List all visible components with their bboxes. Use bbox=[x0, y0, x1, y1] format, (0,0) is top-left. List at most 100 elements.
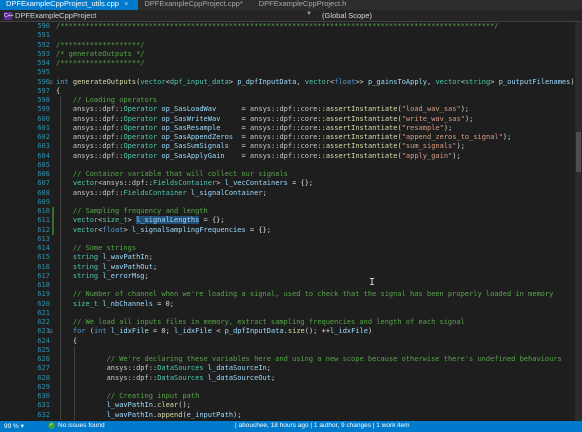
code-line[interactable]: 596 ⊟ int generateOutputs(vector<dpf_input… bbox=[0, 78, 582, 87]
line-number: 598 bbox=[37, 96, 50, 104]
code-text[interactable]: ansys::dpf::DataSources l_dataSourceOut; bbox=[56, 374, 276, 383]
code-line[interactable]: 623 ⊟ for (int l_idxFile = 0; l_idxFile <… bbox=[0, 327, 582, 336]
code-editor[interactable]: 590 /************************************… bbox=[0, 22, 582, 421]
code-line[interactable]: 627 ansys::dpf::DataSources l_dataSource… bbox=[0, 364, 582, 373]
code-text[interactable]: vector<ansys::dpf::FieldsContainer> l_ve… bbox=[56, 179, 313, 188]
code-line[interactable]: 630 // Creating input path bbox=[0, 392, 582, 401]
code-text[interactable]: // Some strings bbox=[56, 244, 136, 253]
scrollbar-thumb[interactable] bbox=[576, 132, 581, 172]
line-number: 623 bbox=[37, 327, 50, 336]
line-number: 631 bbox=[37, 401, 50, 410]
code-line[interactable]: 615 string l_wavPathIn; bbox=[0, 253, 582, 262]
code-text[interactable]: // Number of channel when we're loading … bbox=[56, 290, 553, 299]
code-text[interactable]: ansys::dpf::Operator op_SasResample = an… bbox=[56, 124, 452, 133]
code-text[interactable]: ansys::dpf::FieldsContainer l_signalCont… bbox=[56, 189, 267, 198]
code-text[interactable]: int generateOutputs(vector<dpf_input_dat… bbox=[56, 78, 575, 87]
code-line[interactable]: 619 // Number of channel when we're load… bbox=[0, 290, 582, 299]
code-line[interactable]: 614 // Some strings bbox=[0, 244, 582, 253]
code-line[interactable]: 631 l_wavPathIn.clear(); bbox=[0, 401, 582, 410]
code-text[interactable]: vector<float> l_signalSamplingFrequencie… bbox=[56, 226, 271, 235]
code-line[interactable]: 632 l_wavPathIn.append(e_inputPath); bbox=[0, 411, 582, 420]
code-line[interactable]: 608 ansys::dpf::FieldsContainer l_signal… bbox=[0, 189, 582, 198]
code-text[interactable]: // Sampling frequency and length bbox=[56, 207, 208, 216]
code-line[interactable]: 601 ansys::dpf::Operator op_SasResample … bbox=[0, 124, 582, 133]
code-text[interactable]: ansys::dpf::Operator op_SasSumSignals = … bbox=[56, 142, 465, 151]
code-line[interactable]: 618 bbox=[0, 281, 582, 290]
code-text[interactable]: ansys::dpf::DataSources l_dataSourceIn; bbox=[56, 364, 271, 373]
line-number: 593 bbox=[37, 49, 50, 58]
code-line[interactable]: 610 // Sampling frequency and length bbox=[0, 207, 582, 216]
code-line[interactable]: 616 string l_wavPathOut; bbox=[0, 263, 582, 272]
scope-dropdown[interactable]: (Global Scope) bbox=[322, 11, 372, 20]
code-line[interactable]: 597 { bbox=[0, 87, 582, 96]
collapse-icon[interactable]: ⊟ bbox=[49, 327, 53, 336]
line-number: 630 bbox=[37, 392, 50, 400]
code-line[interactable]: 604 ansys::dpf::Operator op_SasApplyGain… bbox=[0, 152, 582, 161]
code-text[interactable]: l_wavPathIn.clear(); bbox=[56, 401, 191, 410]
code-line[interactable]: 603 ansys::dpf::Operator op_SasSumSignal… bbox=[0, 142, 582, 151]
code-line[interactable]: 628 ansys::dpf::DataSources l_dataSource… bbox=[0, 374, 582, 383]
code-line[interactable]: 624 { bbox=[0, 337, 582, 346]
code-line[interactable]: 602 ansys::dpf::Operator op_SasAppendZer… bbox=[0, 133, 582, 142]
code-line[interactable]: 609 bbox=[0, 198, 582, 207]
code-text[interactable]: for (int l_idxFile = 0; l_idxFile < p_dp… bbox=[56, 327, 372, 336]
code-text[interactable]: // We're declaring these variables here … bbox=[56, 355, 562, 364]
code-line[interactable]: 591 bbox=[0, 31, 582, 40]
code-text[interactable]: // Creating input path bbox=[56, 392, 200, 401]
code-line[interactable]: 595 bbox=[0, 68, 582, 77]
chevron-down-icon[interactable]: ▼ bbox=[306, 11, 312, 17]
code-line[interactable]: 620 size_t l_nbChannels = 0; bbox=[0, 300, 582, 309]
indent-guide bbox=[60, 96, 61, 420]
code-text[interactable]: /* generateOutputs */ bbox=[56, 50, 145, 59]
code-line[interactable]: 625 bbox=[0, 346, 582, 355]
issues-indicator[interactable]: ✓ No issues found bbox=[48, 422, 105, 429]
code-line[interactable]: 594 /*******************/ bbox=[0, 59, 582, 68]
code-line[interactable]: 613 bbox=[0, 235, 582, 244]
code-text[interactable]: // Loading operators bbox=[56, 96, 157, 105]
code-text[interactable]: // We load all inputs files in memory, e… bbox=[56, 318, 465, 327]
code-line[interactable]: 611 vector<size_t> l_signalLengths = {}; bbox=[0, 216, 582, 225]
code-text[interactable]: ansys::dpf::Operator op_SasAppendZeros =… bbox=[56, 133, 511, 142]
code-line[interactable]: 590 /************************************… bbox=[0, 22, 582, 31]
git-blame-info[interactable]: | abouchee, 18 hours ago | 1 author, 9 c… bbox=[235, 422, 410, 429]
code-line[interactable]: 621 bbox=[0, 309, 582, 318]
code-text[interactable]: string l_errorMsg; bbox=[56, 272, 149, 281]
line-number: 622 bbox=[37, 318, 50, 326]
code-text[interactable]: l_wavPathIn.append(e_inputPath); bbox=[56, 411, 242, 420]
code-text[interactable]: size_t l_nbChannels = 0; bbox=[56, 300, 174, 309]
code-text[interactable]: /*******************/ bbox=[56, 41, 145, 50]
code-line[interactable]: 606 // Container variable that will coll… bbox=[0, 170, 582, 179]
tab-project-h[interactable]: DPFExampleCppProject.h bbox=[253, 0, 357, 10]
tab-project-cpp[interactable]: DPFExampleCppProject.cpp* bbox=[138, 0, 252, 10]
zoom-level[interactable]: 99 % ▾ bbox=[4, 422, 24, 430]
code-line[interactable]: 592 /*******************/ bbox=[0, 41, 582, 50]
code-line[interactable]: 607 vector<ansys::dpf::FieldsContainer> … bbox=[0, 179, 582, 188]
project-dropdown[interactable]: C++ DPFExampleCppProject bbox=[4, 11, 96, 20]
code-text[interactable]: ansys::dpf::Operator op_SasApplyGain = a… bbox=[56, 152, 461, 161]
code-text[interactable]: ansys::dpf::Operator op_SasWriteWav = an… bbox=[56, 115, 474, 124]
code-text[interactable]: string l_wavPathIn; bbox=[56, 253, 153, 262]
code-text[interactable]: ansys::dpf::Operator op_SasLoadWav = ans… bbox=[56, 105, 469, 114]
code-line[interactable]: 617 string l_errorMsg; bbox=[0, 272, 582, 281]
line-number: 628 bbox=[37, 373, 50, 382]
code-text[interactable]: /*******************/ bbox=[56, 59, 145, 68]
code-line[interactable]: 629 bbox=[0, 383, 582, 392]
code-line[interactable]: 598 // Loading operators bbox=[0, 96, 582, 105]
code-line[interactable]: 593 /* generateOutputs */ bbox=[0, 50, 582, 59]
code-text[interactable]: string l_wavPathOut; bbox=[56, 263, 157, 272]
collapse-icon[interactable]: ⊟ bbox=[49, 78, 53, 87]
vertical-scrollbar[interactable] bbox=[575, 22, 582, 421]
code-line[interactable]: 612 vector<float> l_signalSamplingFreque… bbox=[0, 226, 582, 235]
code-line[interactable]: 605 bbox=[0, 161, 582, 170]
code-line[interactable]: 599 ansys::dpf::Operator op_SasLoadWav =… bbox=[0, 105, 582, 114]
code-text[interactable]: { bbox=[56, 87, 60, 96]
code-text[interactable]: // Container variable that will collect … bbox=[56, 170, 288, 179]
code-line[interactable]: 622 // We load all inputs files in memor… bbox=[0, 318, 582, 327]
code-line[interactable]: 626 // We're declaring these variables h… bbox=[0, 355, 582, 364]
tab-utils-cpp[interactable]: DPFExampleCppProject_utils.cpp × bbox=[0, 0, 139, 10]
close-icon[interactable]: × bbox=[124, 0, 128, 8]
code-text[interactable]: /***************************************… bbox=[56, 22, 499, 31]
line-number: 602 bbox=[37, 133, 50, 141]
code-line[interactable]: 600 ansys::dpf::Operator op_SasWriteWav … bbox=[0, 115, 582, 124]
code-text[interactable]: vector<size_t> l_signalLengths = {}; bbox=[56, 216, 225, 225]
